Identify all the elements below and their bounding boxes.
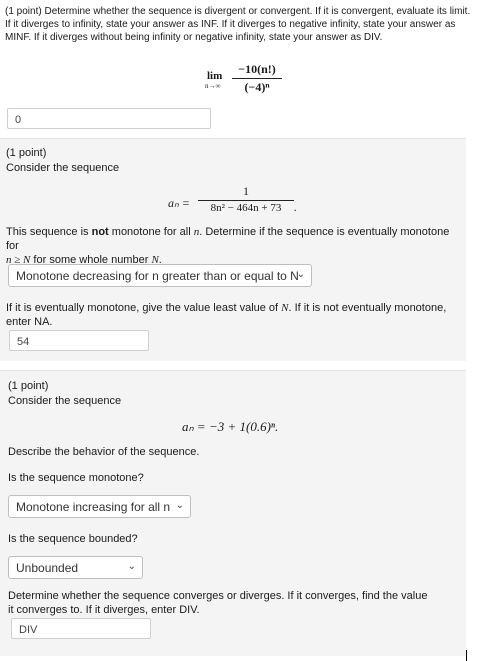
fraction-bar xyxy=(232,78,282,79)
formula-fraction: 1 8n² − 464n + 73 xyxy=(198,184,294,214)
problem-2-answer-value: 54 xyxy=(17,336,30,348)
limit-denominator: (−4)ⁿ xyxy=(244,80,270,94)
problem-3-describe: Describe the behavior of the sequence. xyxy=(8,446,200,458)
problem-2-followup: If it is eventually monotone, give the v… xyxy=(6,301,460,329)
problem-3-answer-value: DIV xyxy=(19,624,38,636)
problem-2-monotone-text: This sequence is not monotone for all n.… xyxy=(6,225,456,267)
limit-sub: n→∞ xyxy=(205,82,221,90)
text-cursor xyxy=(466,650,467,661)
chevron-down-icon: ⌄ xyxy=(127,561,136,572)
limit-numerator: −10(n!) xyxy=(238,62,276,76)
mono-text-1: This sequence is xyxy=(6,226,92,238)
problem-3-answer-input[interactable]: DIV xyxy=(11,618,151,639)
problem-3: (1 point) Consider the sequence aₙ = −3 … xyxy=(0,370,466,656)
problem-3-monotone-value: Monotone increasing for all n xyxy=(16,500,171,514)
formula-lhs: aₙ = xyxy=(168,196,190,210)
problem-2-consider: Consider the sequence xyxy=(6,162,120,174)
problem-2-answer-input[interactable]: 54 xyxy=(9,330,149,351)
formula-end: . xyxy=(294,200,297,214)
problem-1-points: (1 point) xyxy=(5,6,42,17)
problem-3-consider: Consider the sequence xyxy=(8,395,122,407)
problem-2-formula: aₙ = 1 8n² − 464n + 73 . xyxy=(168,184,308,220)
problem-2: (1 point) Consider the sequence aₙ = 1 8… xyxy=(0,138,466,361)
mono-bold: not xyxy=(91,226,109,238)
formula-denominator: 8n² − 464n + 73 xyxy=(210,202,282,214)
chevron-down-icon: ⌄ xyxy=(296,269,305,280)
problem-3-bounded-value: Unbounded xyxy=(16,561,79,575)
monotone-select[interactable]: Monotone decreasing for n greater than o… xyxy=(8,264,312,287)
problem-1-answer-input[interactable]: 0 xyxy=(7,108,211,129)
problem-3-q-converge: Determine whether the sequence converges… xyxy=(8,590,428,616)
problem-1-instructions: (1 point) Determine whether the sequence… xyxy=(5,5,471,57)
problem-3-bounded-select[interactable]: Unbounded ⌄ xyxy=(8,556,143,579)
fraction-bar xyxy=(198,200,294,201)
problem-3-q-monotone: Is the sequence monotone? xyxy=(8,472,144,484)
problem-3-monotone-select[interactable]: Monotone increasing for all n ⌄ xyxy=(8,495,191,518)
formula-numerator: 1 xyxy=(243,184,249,198)
problem-1-text: Determine whether the sequence is diverg… xyxy=(5,6,471,43)
limit-fraction: −10(n!) (−4)ⁿ xyxy=(232,62,282,95)
problem-1-limit: lim n→∞ −10(n!) (−4)ⁿ xyxy=(200,62,290,94)
problem-2-points: (1 point) xyxy=(6,147,47,159)
problem-3-points: (1 point) xyxy=(8,380,49,392)
mono-text-2: monotone for all xyxy=(108,226,194,238)
chevron-down-icon: ⌄ xyxy=(175,500,184,511)
problem-3-formula: aₙ = −3 + 1(0.6)ⁿ. xyxy=(182,419,279,434)
problem-1-answer-value: 0 xyxy=(15,114,22,126)
limit-label: lim xyxy=(207,70,223,82)
followup-N: N xyxy=(281,302,289,314)
monotone-select-value: Monotone decreasing for n greater than o… xyxy=(16,269,299,283)
problem-3-q-bounded: Is the sequence bounded? xyxy=(8,533,138,545)
followup-1: If it is eventually monotone, give the v… xyxy=(6,302,282,314)
